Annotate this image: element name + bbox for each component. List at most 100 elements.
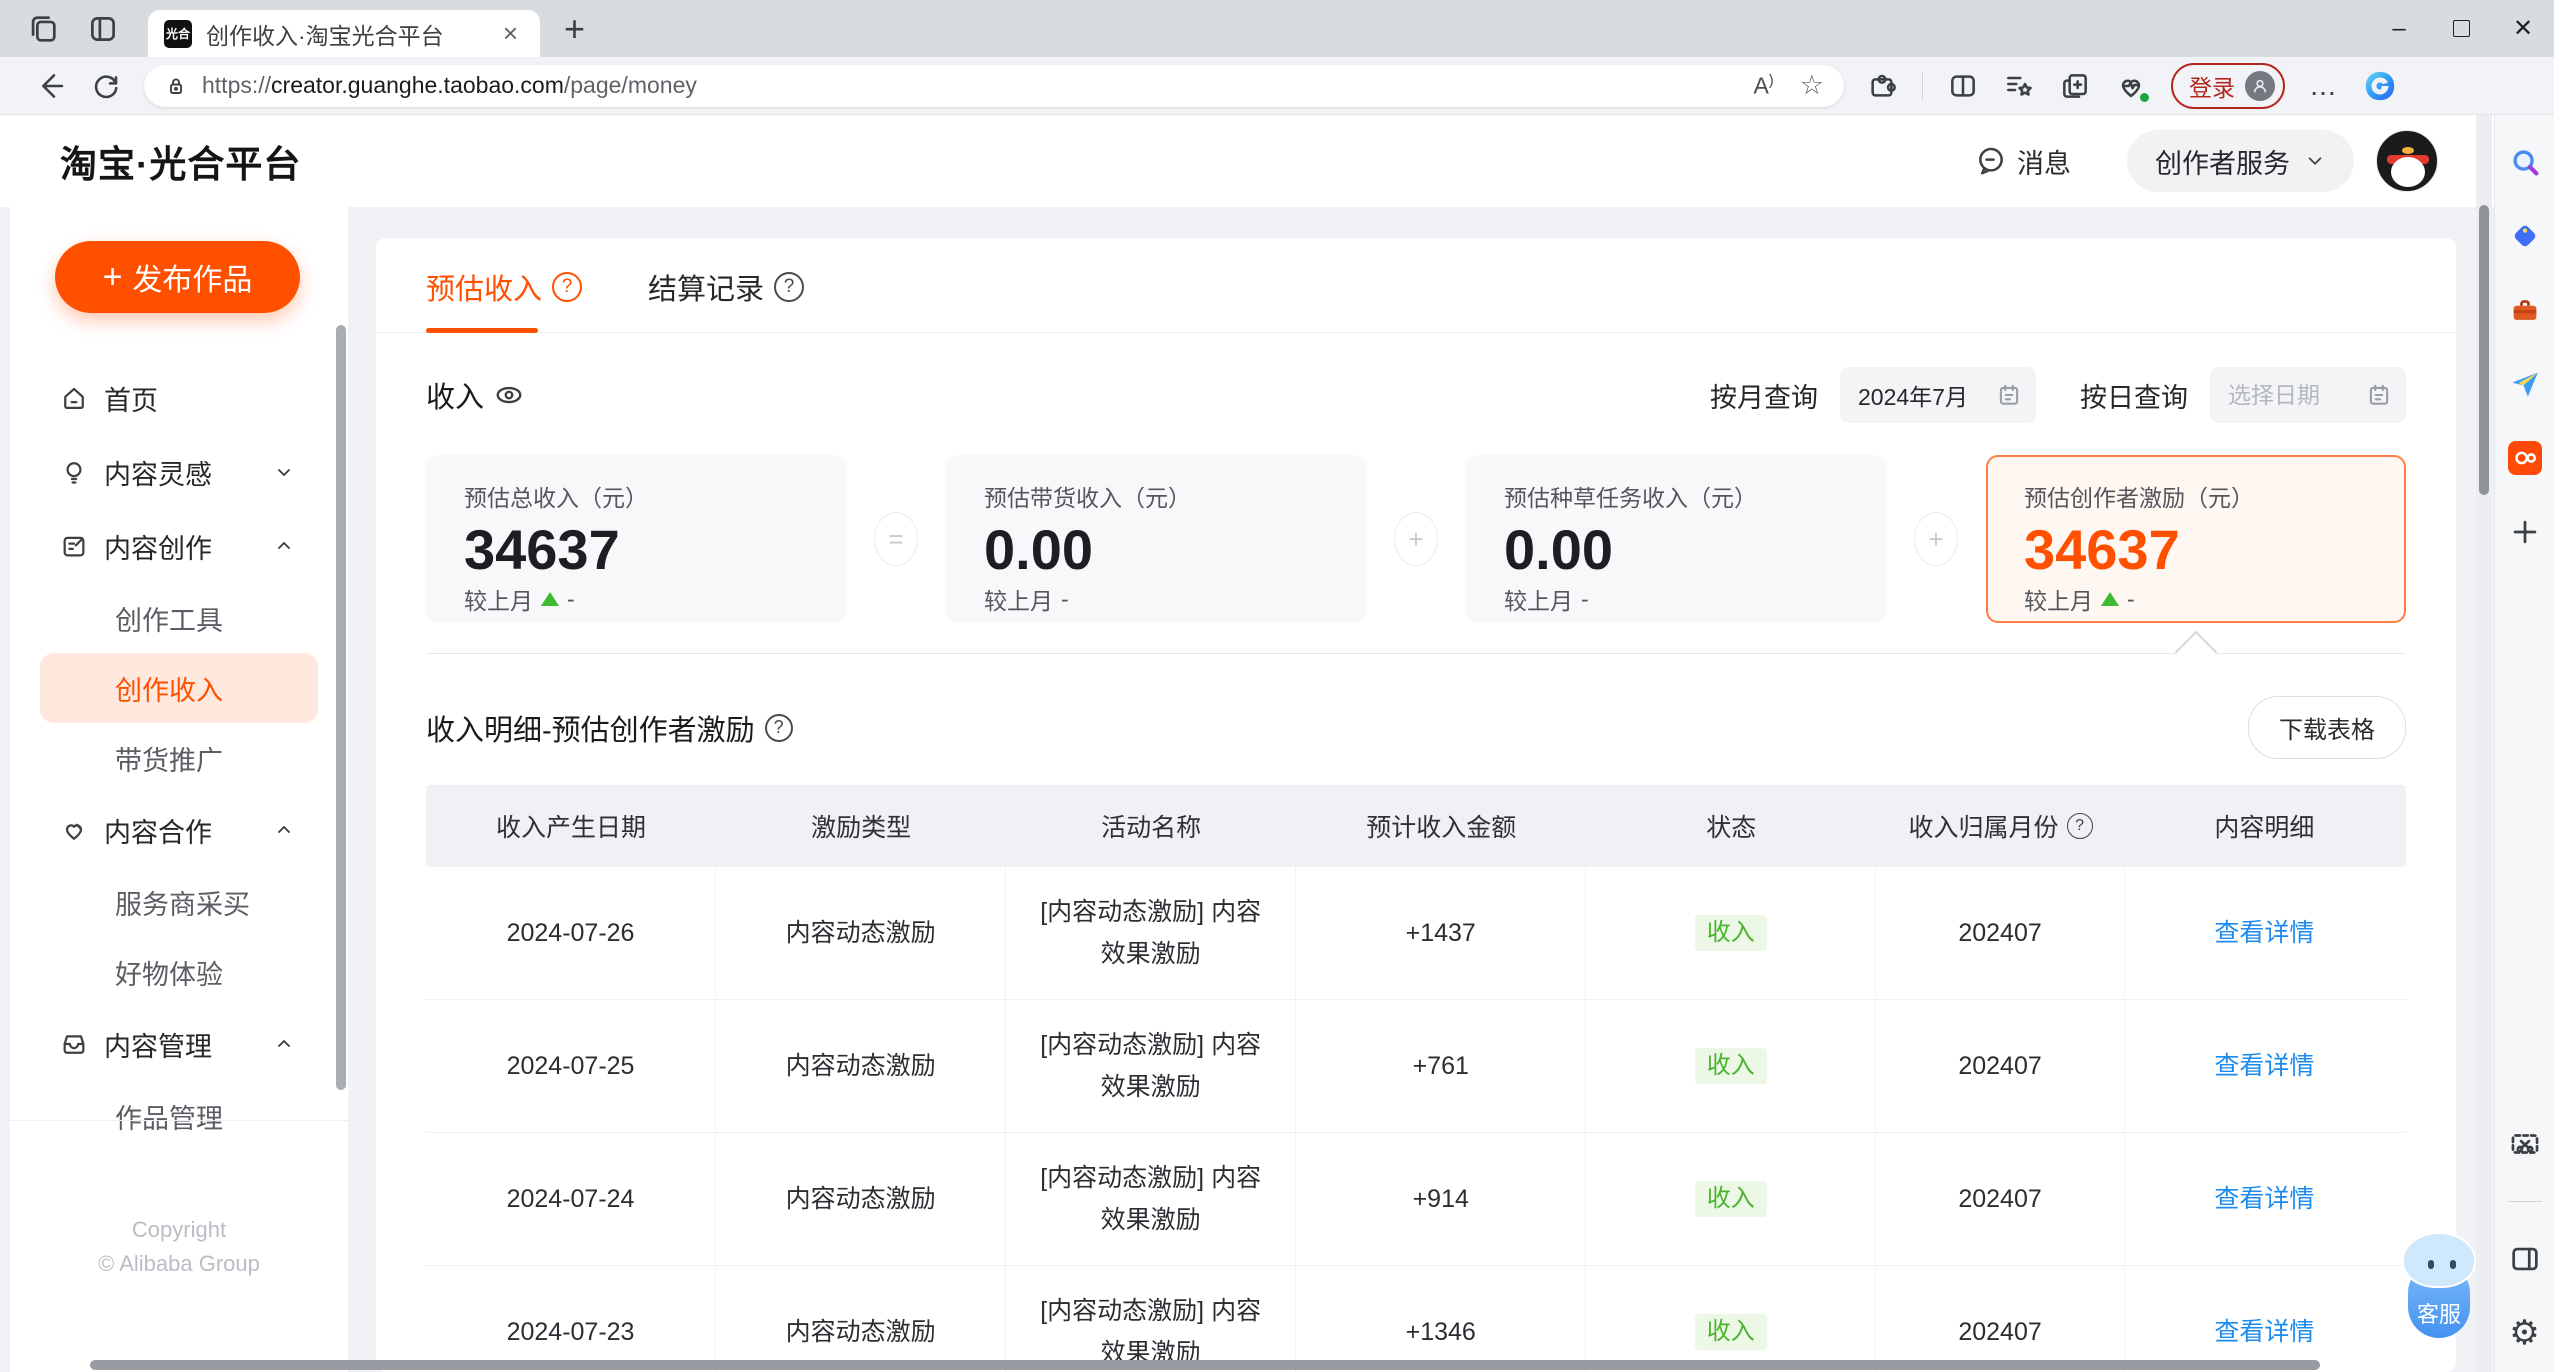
sidebar: + 发布作品 首页 内容灵感 内容创作 创作工具 创作收入 带货推广 内容合作 …: [10, 207, 348, 1372]
web-capture-icon[interactable]: [2508, 1127, 2542, 1161]
detail-title-label: 收入明细-预估创作者激励: [426, 714, 755, 747]
download-table-button[interactable]: 下载表格: [2248, 696, 2406, 759]
tab-close-icon[interactable]: ×: [497, 18, 524, 49]
view-details-link[interactable]: 查看详情: [2214, 1045, 2314, 1087]
signin-label: 登录: [2189, 74, 2235, 101]
stat-card-creator-incentive[interactable]: 预估创作者激励（元） 34637 较上月 -: [1986, 455, 2406, 623]
creator-services-dropdown[interactable]: 创作者服务: [2127, 130, 2354, 192]
cell-month: 202407: [1876, 1133, 2125, 1265]
lock-icon[interactable]: [164, 74, 188, 98]
favorite-star-icon[interactable]: ☆: [1800, 70, 1824, 101]
sidebar-subitem-promotion[interactable]: 带货推广: [10, 723, 348, 793]
maximize-icon: [2452, 20, 2470, 37]
col-header-date: 收入产生日期: [496, 814, 647, 842]
avatar-beak: [2402, 147, 2414, 154]
browser-essentials-icon[interactable]: [2115, 70, 2151, 104]
stat-value: 34637: [464, 518, 620, 581]
cell-action: 查看详情: [2125, 1266, 2404, 1372]
vertical-tabs-icon[interactable]: [86, 12, 120, 46]
sidebar-subitem-product-trial[interactable]: 好物体验: [10, 937, 348, 1007]
sidebar-item-cooperation[interactable]: 内容合作: [10, 793, 348, 867]
cell-date: 2024-07-24: [426, 1133, 717, 1265]
cell-type: 内容动态激励: [716, 1000, 1007, 1132]
sidebar-item-home[interactable]: 首页: [10, 361, 348, 435]
tab-actions-icon[interactable]: [26, 12, 60, 46]
sidebar-subitem-creation-income[interactable]: 创作收入: [40, 653, 318, 723]
sidebar-scrollbar[interactable]: [336, 325, 346, 1090]
window-maximize-button[interactable]: [2430, 0, 2492, 57]
new-tab-button[interactable]: +: [564, 8, 585, 50]
collections-icon[interactable]: [2059, 70, 2091, 102]
sidebar-panel-icon[interactable]: [2508, 1242, 2542, 1276]
cell-amount: +1346: [1296, 1266, 1587, 1372]
read-aloud-icon[interactable]: A): [1753, 72, 1773, 100]
cell-action: 查看详情: [2125, 1133, 2404, 1265]
stat-value: 0.00: [1504, 518, 1613, 581]
sidebar-subitem-service-purchase[interactable]: 服务商采买: [10, 867, 348, 937]
search-icon[interactable]: [2508, 145, 2542, 179]
settings-gear-icon[interactable]: ⚙: [2509, 1316, 2539, 1350]
creator-services-label: 创作者服务: [2155, 148, 2290, 179]
extensions-icon[interactable]: [1866, 70, 1898, 102]
kuaishou-icon[interactable]: [2507, 441, 2542, 475]
stat-compare: 较上月 -: [2024, 585, 2135, 615]
tab-estimated-income[interactable]: 预估收入 ?: [426, 266, 583, 333]
tab-title: 创作收入·淘宝光合平台: [206, 22, 444, 49]
split-screen-icon[interactable]: [1947, 70, 1979, 102]
sidebar-item-inspiration[interactable]: 内容灵感: [10, 435, 348, 509]
day-picker[interactable]: [2210, 367, 2406, 423]
sidebar-subitem-creation-tools[interactable]: 创作工具: [10, 583, 348, 653]
operator-plus: +: [1366, 455, 1466, 623]
window-close-button[interactable]: ✕: [2492, 0, 2554, 57]
horizontal-scrollbar-thumb[interactable]: [90, 1360, 2320, 1370]
customer-service-button[interactable]: 客服: [2398, 1232, 2482, 1338]
chevron-down-icon: [278, 469, 290, 476]
stat-card-sales-income[interactable]: 预估带货收入（元） 0.00 较上月 -: [946, 455, 1366, 623]
help-icon[interactable]: ?: [764, 713, 793, 742]
view-details-link[interactable]: 查看详情: [2214, 912, 2314, 954]
address-bar[interactable]: https://creator.guanghe.taobao.com/page/…: [144, 64, 1844, 107]
month-picker[interactable]: [1840, 367, 2036, 423]
stat-card-task-income[interactable]: 预估种草任务收入（元） 0.00 较上月 -: [1466, 455, 1886, 623]
cell-activity: [内容动态激励] 内容效果激励: [1006, 867, 1297, 999]
vertical-scrollbar[interactable]: [2476, 115, 2492, 1372]
tab-favicon: 光合: [164, 19, 192, 48]
browser-tab[interactable]: 光合 创作收入·淘宝光合平台 ×: [148, 10, 540, 57]
shopping-tag-icon[interactable]: [2508, 219, 2542, 253]
add-to-sidebar-icon[interactable]: [2508, 515, 2542, 549]
view-details-link[interactable]: 查看详情: [2214, 1311, 2314, 1353]
signin-button[interactable]: 登录: [2171, 62, 2285, 109]
back-button[interactable]: [34, 70, 66, 102]
publish-button[interactable]: + 发布作品: [55, 241, 300, 313]
paper-plane-icon[interactable]: [2508, 367, 2542, 401]
sidebar-item-creation[interactable]: 内容创作: [10, 509, 348, 583]
cell-action: 查看详情: [2125, 867, 2404, 999]
window-minimize-button[interactable]: –: [2368, 0, 2430, 57]
eye-icon[interactable]: [494, 380, 524, 410]
help-icon[interactable]: ?: [2066, 813, 2093, 839]
lightbulb-icon: [66, 462, 82, 484]
stat-card-total-income[interactable]: 预估总收入（元） 34637 较上月 -: [426, 455, 846, 623]
sidebar-item-management[interactable]: 内容管理: [10, 1007, 348, 1081]
horizontal-scrollbar[interactable]: [0, 1358, 2476, 1372]
chevron-up-icon: [278, 826, 290, 833]
stat-label: 预估种草任务收入（元）: [1504, 485, 1757, 511]
status-badge: 收入: [1694, 1181, 1767, 1217]
user-avatar[interactable]: [2376, 130, 2438, 192]
cell-type: 内容动态激励: [716, 1133, 1007, 1265]
tab-label: 结算记录: [648, 274, 765, 306]
messages-button[interactable]: 消息: [1975, 142, 2071, 181]
vertical-scrollbar-thumb[interactable]: [2479, 205, 2489, 495]
url-text[interactable]: https://creator.guanghe.taobao.com/page/…: [202, 72, 697, 99]
more-menu-icon[interactable]: …: [2309, 70, 2339, 102]
site-logo[interactable]: 淘宝·光合平台: [60, 134, 301, 188]
table-row: 2024-07-24 内容动态激励 [内容动态激励] 内容效果激励 +914 收…: [426, 1133, 2406, 1266]
refresh-button[interactable]: [90, 70, 122, 102]
help-icon[interactable]: ?: [774, 272, 805, 302]
copilot-icon[interactable]: [2363, 69, 2397, 103]
help-icon[interactable]: ?: [552, 272, 583, 302]
tab-settlement-records[interactable]: 结算记录 ?: [648, 266, 805, 332]
view-details-link[interactable]: 查看详情: [2214, 1178, 2314, 1220]
favorites-list-icon[interactable]: [2003, 70, 2035, 102]
toolbox-icon[interactable]: [2508, 293, 2542, 327]
